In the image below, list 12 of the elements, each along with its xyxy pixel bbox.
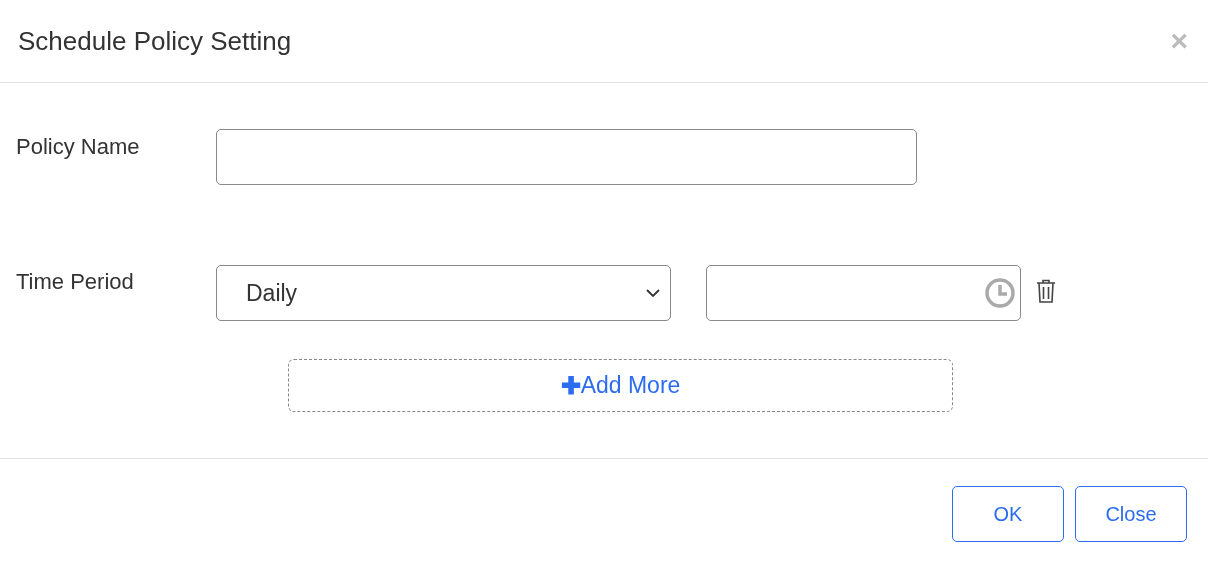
dialog-button[interactable]: OK xyxy=(952,486,1064,542)
trash-icon[interactable] xyxy=(1036,279,1056,303)
frequency-dropdown[interactable]: Daily xyxy=(216,265,671,321)
policy-name-field[interactable] xyxy=(216,129,917,185)
field-label: Policy Name xyxy=(15,133,141,161)
add-more-button[interactable]: ✚Add More xyxy=(288,359,953,412)
dialog-button[interactable]: Close xyxy=(1075,486,1187,542)
time-field[interactable] xyxy=(706,265,1021,321)
clock-icon xyxy=(984,277,1016,309)
dialog-title: Schedule Policy Setting xyxy=(18,24,292,58)
chevron-down-icon xyxy=(646,288,660,298)
field-label: Time Period xyxy=(15,268,135,296)
